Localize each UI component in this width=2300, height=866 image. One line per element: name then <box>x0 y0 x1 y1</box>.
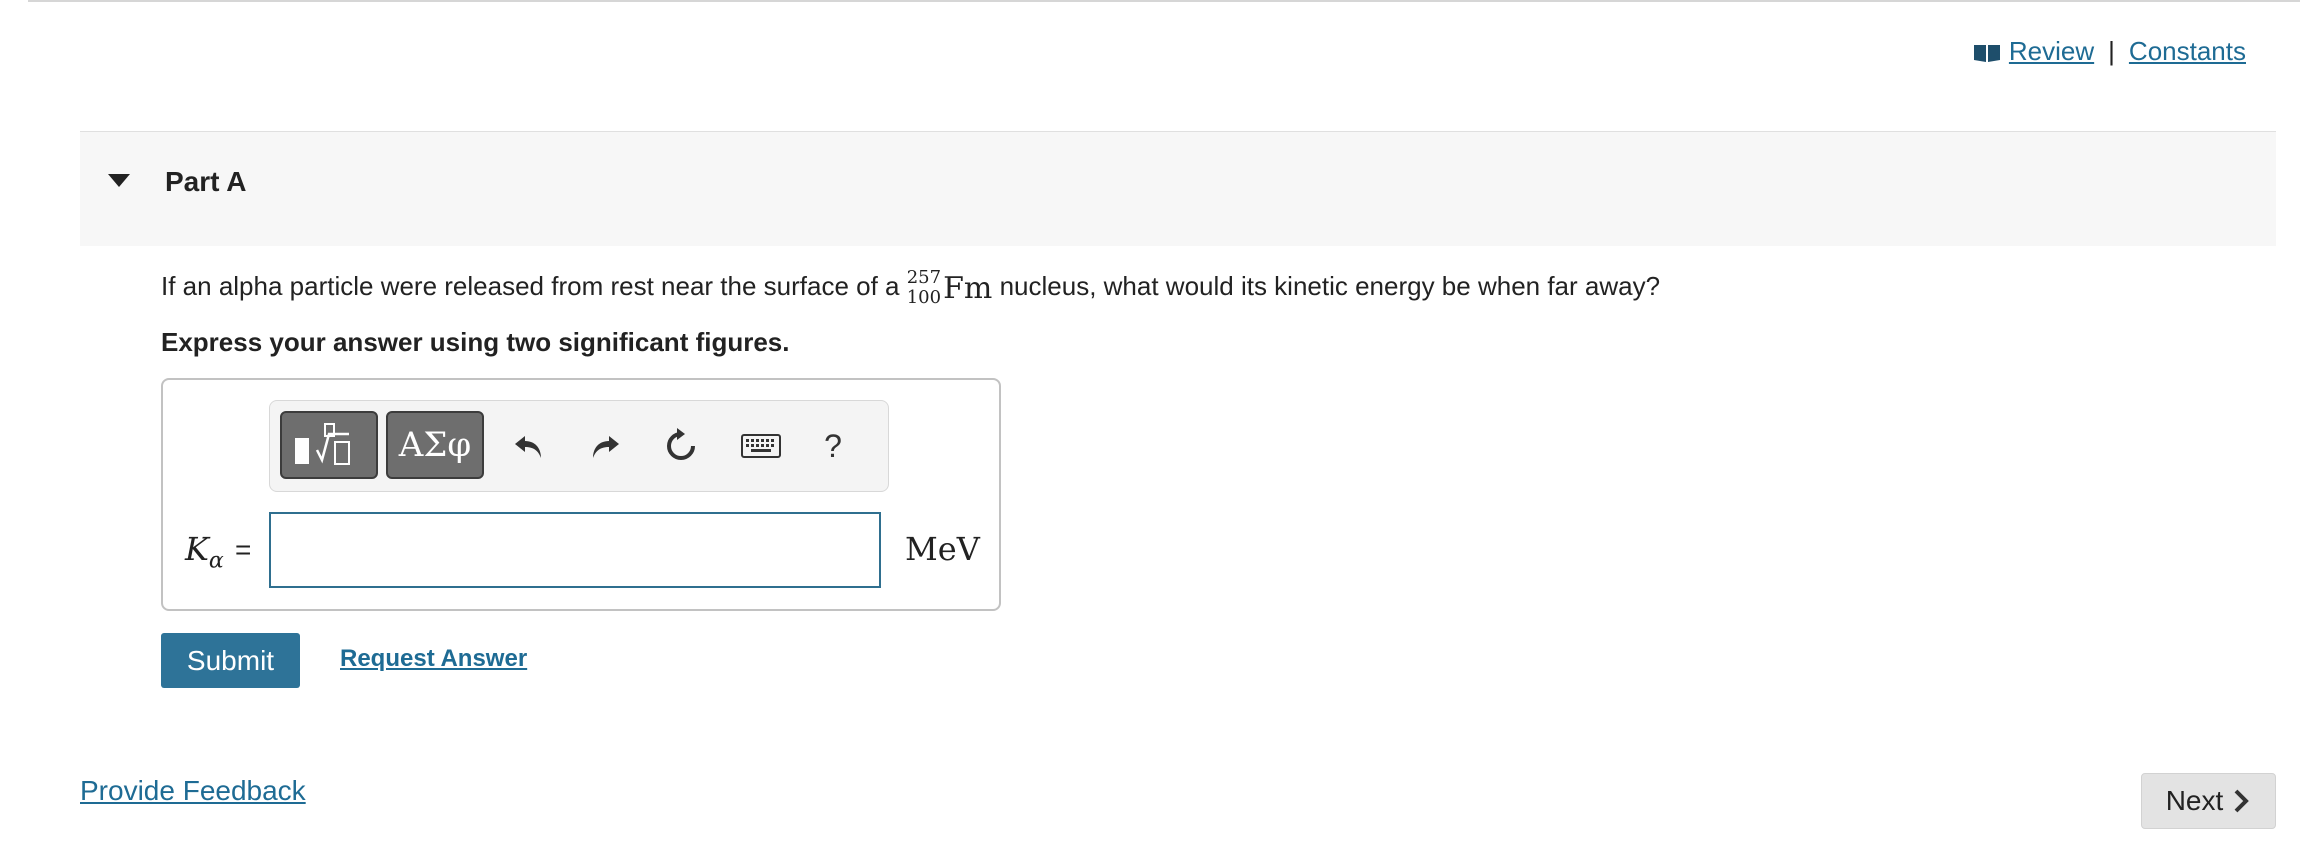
help-button[interactable]: ? <box>810 423 856 469</box>
provide-feedback-link[interactable]: Provide Feedback <box>80 775 306 807</box>
review-label: Review <box>2008 36 2095 66</box>
element-symbol: Fm <box>943 270 993 306</box>
submit-button[interactable]: Submit <box>161 633 300 688</box>
variable-label: Kα <box>185 530 224 573</box>
equals-sign: = <box>235 534 252 565</box>
keyboard-icon[interactable] <box>734 423 788 469</box>
math-toolbar: ΑΣφ ? <box>269 400 889 492</box>
instruction-text: Express your answer using two significan… <box>161 327 790 357</box>
mass-number: 257 <box>906 267 942 288</box>
question-text: If an alpha particle were released from … <box>161 268 1660 308</box>
variable-subscript: α <box>208 548 224 574</box>
collapse-caret-icon[interactable] <box>108 174 130 187</box>
constants-link[interactable]: Constants <box>2129 36 2246 67</box>
unit-label: MeV <box>905 530 980 568</box>
symbols-button[interactable]: ΑΣφ <box>386 411 484 479</box>
part-title: Part A <box>165 166 247 197</box>
variable-symbol: K <box>185 530 209 568</box>
book-icon <box>1973 45 2000 63</box>
next-button[interactable]: Next <box>2141 773 2276 829</box>
answer-input[interactable] <box>269 512 881 588</box>
answer-box: ΑΣφ ? Kα = MeV <box>161 378 1001 611</box>
undo-icon[interactable] <box>506 423 552 469</box>
top-divider <box>28 0 2300 2</box>
part-a-header[interactable]: Part A <box>80 131 2276 246</box>
link-separator: | <box>2108 36 2115 66</box>
next-label: Next <box>2165 785 2224 816</box>
top-links: Review | Constants <box>1973 36 2246 67</box>
templates-button[interactable] <box>280 411 378 479</box>
question-text-before: If an alpha particle were released from … <box>161 270 907 301</box>
chevron-right-icon <box>2234 789 2250 813</box>
templates-icon <box>295 423 350 465</box>
request-answer-link[interactable]: Request Answer <box>340 645 527 673</box>
atomic-number: 100 <box>906 287 942 308</box>
reset-icon[interactable] <box>658 423 704 469</box>
question-text-after: nucleus, what would its kinetic energy b… <box>992 270 1661 301</box>
nuclide-symbol: 257 100 Fm <box>907 268 993 308</box>
redo-icon[interactable] <box>582 423 628 469</box>
review-link[interactable]: Review <box>1973 36 2094 67</box>
